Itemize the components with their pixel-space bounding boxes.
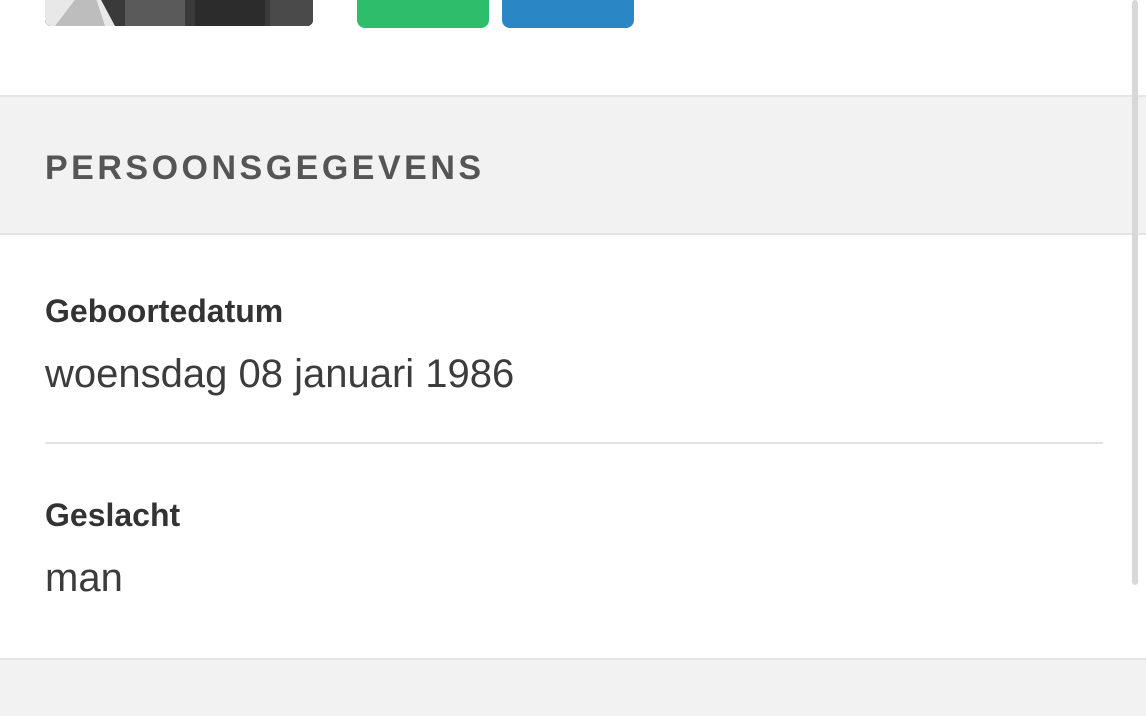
profile-page: PERSOONSGEGEVENS Geboortedatum woensdag … xyxy=(0,0,1146,716)
field-gender: Geslacht man xyxy=(45,496,1103,602)
avatar xyxy=(45,0,313,26)
section-header-next xyxy=(0,658,1146,716)
field-value: man xyxy=(45,556,123,600)
section-header-personal: PERSOONSGEGEVENS xyxy=(0,95,1146,235)
profile-header xyxy=(0,0,1146,95)
divider xyxy=(45,442,1103,444)
green-action-button[interactable] xyxy=(357,0,489,28)
field-label: Geslacht xyxy=(45,497,181,533)
section-title: PERSOONSGEGEVENS xyxy=(45,149,485,187)
field-label: Geboortedatum xyxy=(45,293,284,329)
scrollbar[interactable] xyxy=(1132,0,1138,585)
field-birthdate: Geboortedatum woensdag 08 januari 1986 xyxy=(45,292,1103,398)
field-value: woensdag 08 januari 1986 xyxy=(45,352,515,396)
blue-action-button[interactable] xyxy=(502,0,634,28)
